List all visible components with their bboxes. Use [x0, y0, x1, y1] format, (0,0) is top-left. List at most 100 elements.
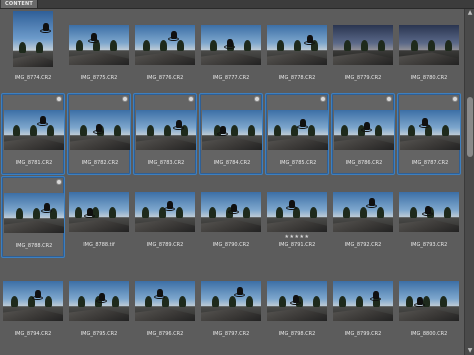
thumbnail-cell[interactable]: IMG_8799.CR2	[331, 265, 395, 347]
thumbnail-filename: IMG_8796.CR2	[146, 331, 184, 337]
thumbnail-cell[interactable]: IMG_8775.CR2	[67, 9, 131, 91]
thumbnail-cell[interactable]: IMG_8800.CR2	[397, 265, 461, 347]
thumbnail-image[interactable]	[136, 110, 196, 150]
scene-ramp	[202, 137, 262, 150]
thumbnail-cell[interactable]: IMG_8787.CR2	[397, 93, 461, 175]
rotate-icon[interactable]	[122, 96, 128, 102]
scene-tree	[160, 40, 167, 51]
scene-ramp	[4, 220, 64, 233]
thumbnail-image[interactable]	[333, 192, 393, 232]
rotate-icon[interactable]	[56, 96, 62, 102]
scene-rider	[419, 118, 430, 128]
rotate-icon[interactable]	[188, 96, 194, 102]
rotate-icon[interactable]	[254, 96, 260, 102]
rotate-icon[interactable]	[452, 96, 458, 102]
scene-ramp	[333, 219, 393, 232]
thumbnail-cell[interactable]: IMG_8779.CR2	[331, 9, 395, 91]
thumbnail-filename: IMG_8788.tif	[83, 242, 115, 248]
thumbnail-cell[interactable]: IMG_8794.CR2	[1, 265, 65, 347]
thumbnail-image[interactable]	[268, 110, 328, 150]
thumbnail-cell[interactable]: IMG_8786.CR2	[331, 93, 395, 175]
thumbnail-cell[interactable]: IMG_8778.CR2	[265, 9, 329, 91]
thumbnail-image[interactable]	[201, 192, 261, 232]
thumbnail-filename: IMG_8787.CR2	[411, 160, 449, 166]
scene-ramp	[267, 52, 327, 65]
thumbnail-image[interactable]	[267, 192, 327, 232]
thumbnail-image[interactable]	[4, 193, 64, 233]
thumbnail-image[interactable]	[201, 25, 261, 65]
thumbnail-image[interactable]	[69, 25, 129, 65]
thumbnail-image[interactable]	[333, 25, 393, 65]
thumbnail-cell[interactable]: IMG_8798.CR2	[265, 265, 329, 347]
thumbnail-cell[interactable]: IMG_8780.CR2	[397, 9, 461, 91]
thumbnail-image[interactable]	[70, 110, 130, 150]
thumbnail-cell[interactable]: IMG_8781.CR2	[1, 93, 65, 175]
scene-ramp	[4, 137, 64, 150]
tab-content[interactable]: CONTENT	[1, 0, 38, 8]
thumbnail-image[interactable]	[135, 25, 195, 65]
thumbnail-image[interactable]	[69, 281, 129, 321]
thumbnail-cell[interactable]: IMG_8796.CR2	[133, 265, 197, 347]
thumbnail-cell[interactable]: ★★★★★ IMG_8791.CR2	[265, 176, 329, 258]
scene-rider	[40, 23, 51, 33]
scene-tree	[313, 296, 320, 307]
thumbnail-image[interactable]	[333, 281, 393, 321]
thumbnail-cell[interactable]: IMG_8774.CR2	[1, 9, 65, 91]
thumbnail-cell[interactable]: IMG_8792.CR2	[331, 176, 395, 258]
scene-ramp	[135, 52, 195, 65]
scene-tree	[375, 125, 382, 136]
thumbnail-image[interactable]	[201, 281, 261, 321]
thumbnail-filename: IMG_8797.CR2	[212, 331, 250, 337]
thumbnail-image[interactable]	[399, 25, 459, 65]
thumbnail-image[interactable]	[135, 281, 195, 321]
thumbnail-cell[interactable]: IMG_8783.CR2	[133, 93, 197, 175]
thumbnail-image[interactable]	[400, 110, 460, 150]
thumbnail-cell[interactable]: IMG_8785.CR2	[265, 93, 329, 175]
scene-tree	[231, 125, 238, 136]
thumbnail-filename: IMG_8774.CR2	[14, 75, 52, 81]
scene-tree	[445, 40, 452, 51]
thumbnail-filename: IMG_8783.CR2	[147, 160, 185, 166]
thumbnail-cell[interactable]: IMG_8776.CR2	[133, 9, 197, 91]
thumbnail-image[interactable]	[399, 192, 459, 232]
scene-ramp	[70, 137, 130, 150]
scene-ramp	[268, 137, 328, 150]
thumbnail-image[interactable]	[267, 281, 327, 321]
thumbnail-image[interactable]	[334, 110, 394, 150]
thumbnail-cell[interactable]: IMG_8788.tif	[67, 176, 131, 258]
thumbnail-cell[interactable]: IMG_8777.CR2	[199, 9, 263, 91]
thumbnail-filename: IMG_8798.CR2	[278, 331, 316, 337]
scene-ramp	[267, 308, 327, 321]
vertical-scrollbar[interactable]: ▲ ▼	[464, 9, 474, 355]
rotate-icon[interactable]	[56, 179, 62, 185]
thumbnail-image[interactable]	[267, 25, 327, 65]
rating-stars[interactable]: ★★★★★	[265, 234, 329, 240]
rotate-icon[interactable]	[320, 96, 326, 102]
scene-rider	[297, 119, 308, 129]
thumbnail-image[interactable]	[3, 281, 63, 321]
thumbnail-cell[interactable]: IMG_8782.CR2	[67, 93, 131, 175]
thumbnail-cell[interactable]: IMG_8795.CR2	[67, 265, 131, 347]
scene-rider	[228, 204, 239, 214]
thumbnail-filename: IMG_8786.CR2	[345, 160, 383, 166]
thumbnail-cell[interactable]: IMG_8790.CR2	[199, 176, 263, 258]
scroll-down-icon[interactable]: ▼	[466, 347, 474, 355]
thumbnail-image[interactable]	[135, 192, 195, 232]
scene-tree	[76, 40, 83, 51]
thumbnail-cell[interactable]: IMG_8793.CR2	[397, 176, 461, 258]
scrollbar-thumb[interactable]	[467, 97, 473, 157]
thumbnail-cell[interactable]: IMG_8788.CR2	[1, 176, 65, 258]
rotate-icon[interactable]	[386, 96, 392, 102]
thumbnail-cell[interactable]: IMG_8784.CR2	[199, 93, 263, 175]
thumbnail-cell[interactable]: IMG_8797.CR2	[199, 265, 263, 347]
thumbnail-image[interactable]	[69, 192, 129, 232]
scene-ramp	[135, 308, 195, 321]
scene-tree	[19, 42, 26, 53]
thumbnail-image[interactable]	[13, 11, 53, 67]
thumbnail-cell[interactable]: IMG_8789.CR2	[133, 176, 197, 258]
thumbnail-image[interactable]	[202, 110, 262, 150]
scene-ramp	[333, 52, 393, 65]
thumbnail-image[interactable]	[4, 110, 64, 150]
scroll-up-icon[interactable]: ▲	[466, 9, 474, 17]
thumbnail-image[interactable]	[399, 281, 459, 321]
